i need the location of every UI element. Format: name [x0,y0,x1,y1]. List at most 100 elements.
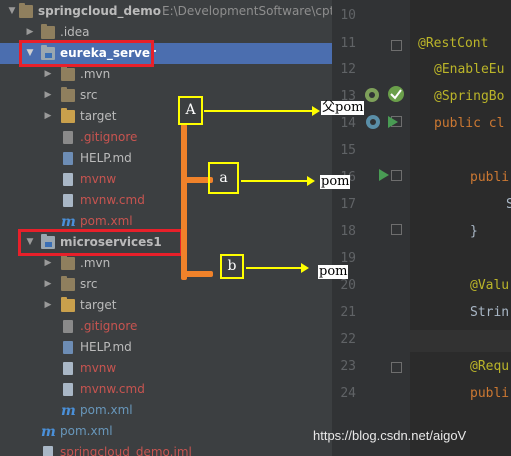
file-icon [63,173,73,186]
annotation-arrow-b [246,263,309,273]
markdown-file-icon [63,152,73,165]
tree-item-label: pom.xml [80,403,133,417]
run-icon[interactable] [379,169,389,181]
fold-marker-icon[interactable] [391,170,402,181]
annotation-box-a-lower: a [208,162,239,194]
folder-icon [61,66,75,81]
run-icon[interactable] [388,116,398,128]
file-icon [63,194,73,207]
chevron-down-icon[interactable]: ▼ [7,1,17,22]
code-line: @Requ [470,359,510,374]
folder-icon [61,108,75,123]
tree-row-gitignore[interactable]: .gitignore [0,127,332,148]
tree-row-gitignore-2[interactable]: .gitignore [0,316,332,337]
line-number: 11 [340,36,356,51]
chevron-right-icon[interactable]: ▶ [43,106,53,127]
code-line: publi [470,170,510,185]
code-line: @EnableEu [434,62,505,77]
fold-marker-icon[interactable] [391,40,402,51]
tree-item-label: .mvn [80,67,111,81]
orange-bracket-branch-b [183,271,213,277]
line-number: 24 [340,386,356,401]
editor-gutter: 10 11 12 13 14 15 16 17 18 19 20 21 22 2… [332,0,410,456]
chevron-right-icon[interactable]: ▶ [43,64,53,85]
tree-row-src[interactable]: ▶ src [0,85,332,106]
folder-icon [61,297,75,312]
maven-icon: m [41,424,56,440]
chevron-right-icon[interactable]: ▶ [43,253,53,274]
annotation-box-a-upper: A [178,96,203,125]
fold-marker-icon[interactable] [391,224,402,235]
tree-item-label: target [80,109,117,123]
file-icon [63,362,73,375]
current-line-highlight [410,330,511,352]
tree-item-label: mvnw [80,172,117,186]
project-tree: ▼ springcloud_demo E:\DevelopmentSoftwar… [0,0,332,456]
line-number: 22 [340,332,356,347]
gitignore-file-icon [63,131,73,144]
code-editor[interactable]: @RestCont @EnableEu @SpringBo public cl … [410,0,511,456]
fold-marker-icon[interactable] [391,362,402,373]
annotation-arrow-a-lower [241,176,315,186]
code-line: } [470,224,478,239]
watermark-text: https://blog.csdn.net/aigoV [313,428,467,443]
tree-row-root[interactable]: ▼ springcloud_demo E:\DevelopmentSoftwar… [0,1,332,22]
folder-icon [41,24,55,39]
code-line: Strin [470,305,510,320]
maven-icon: m [61,403,76,419]
root-project-name: springcloud_demo [38,4,161,18]
tree-row-target-2[interactable]: ▶ target [0,295,332,316]
tree-item-label: .gitignore [80,130,138,144]
code-line: @Valu [470,278,510,293]
iml-file-icon [43,446,53,456]
markdown-file-icon [63,341,73,354]
folder-icon [61,87,75,102]
chevron-right-icon[interactable]: ▶ [43,85,53,106]
tree-row-mvn-2[interactable]: ▶ .mvn [0,253,332,274]
bean-icon[interactable] [363,86,385,108]
chevron-right-icon[interactable]: ▶ [43,274,53,295]
code-line: public cl [434,116,505,131]
annotation-arrow-a-upper [204,106,320,116]
tree-item-label: .gitignore [80,319,138,333]
tree-item-label: target [80,298,117,312]
line-number: 10 [340,8,356,23]
code-line: publi [470,386,510,401]
folder-icon [61,276,75,291]
line-number: 18 [340,224,356,239]
code-line: @RestCont [418,36,489,51]
file-icon [63,383,73,396]
line-number: 15 [340,143,356,158]
spring-icon[interactable] [386,84,406,104]
tree-row-mvnw-cmd-2[interactable]: mvnw.cmd [0,379,332,400]
gitignore-file-icon [63,320,73,333]
tree-item-label: mvnw.cmd [80,193,145,207]
line-number: 14 [340,116,356,131]
tree-item-label: src [80,88,98,102]
tree-row-iml[interactable]: springcloud_demo.iml [0,442,332,456]
bean-icon[interactable] [363,112,385,134]
tree-row-pom-microservices1[interactable]: m pom.xml [0,400,332,421]
tree-row-src-2[interactable]: ▶ src [0,274,332,295]
highlight-box-microservices1 [18,229,183,256]
tree-row-pom-root[interactable]: m pom.xml [0,421,332,442]
tree-row-mvnw-2[interactable]: mvnw [0,358,332,379]
annotation-label-pom-b: pom [318,264,349,279]
line-number: 23 [340,359,356,374]
tree-item-label: pom.xml [60,424,113,438]
tree-item-label: .mvn [80,256,111,270]
tree-row-mvnw-cmd[interactable]: mvnw.cmd [0,190,332,211]
code-line: S [506,197,511,212]
code-line: @SpringBo [434,89,505,104]
tree-item-label: src [80,277,98,291]
tree-row-help-md[interactable]: HELP.md [0,148,332,169]
tree-row-mvn[interactable]: ▶ .mvn [0,64,332,85]
orange-bracket-line [181,124,187,280]
line-number: 20 [340,278,356,293]
folder-icon [61,255,75,270]
chevron-right-icon[interactable]: ▶ [43,295,53,316]
line-number: 21 [340,305,356,320]
root-project-path: E:\DevelopmentSoftware\cptr [162,4,332,18]
tree-row-help-md-2[interactable]: HELP.md [0,337,332,358]
highlight-box-eureka-server [19,40,154,67]
